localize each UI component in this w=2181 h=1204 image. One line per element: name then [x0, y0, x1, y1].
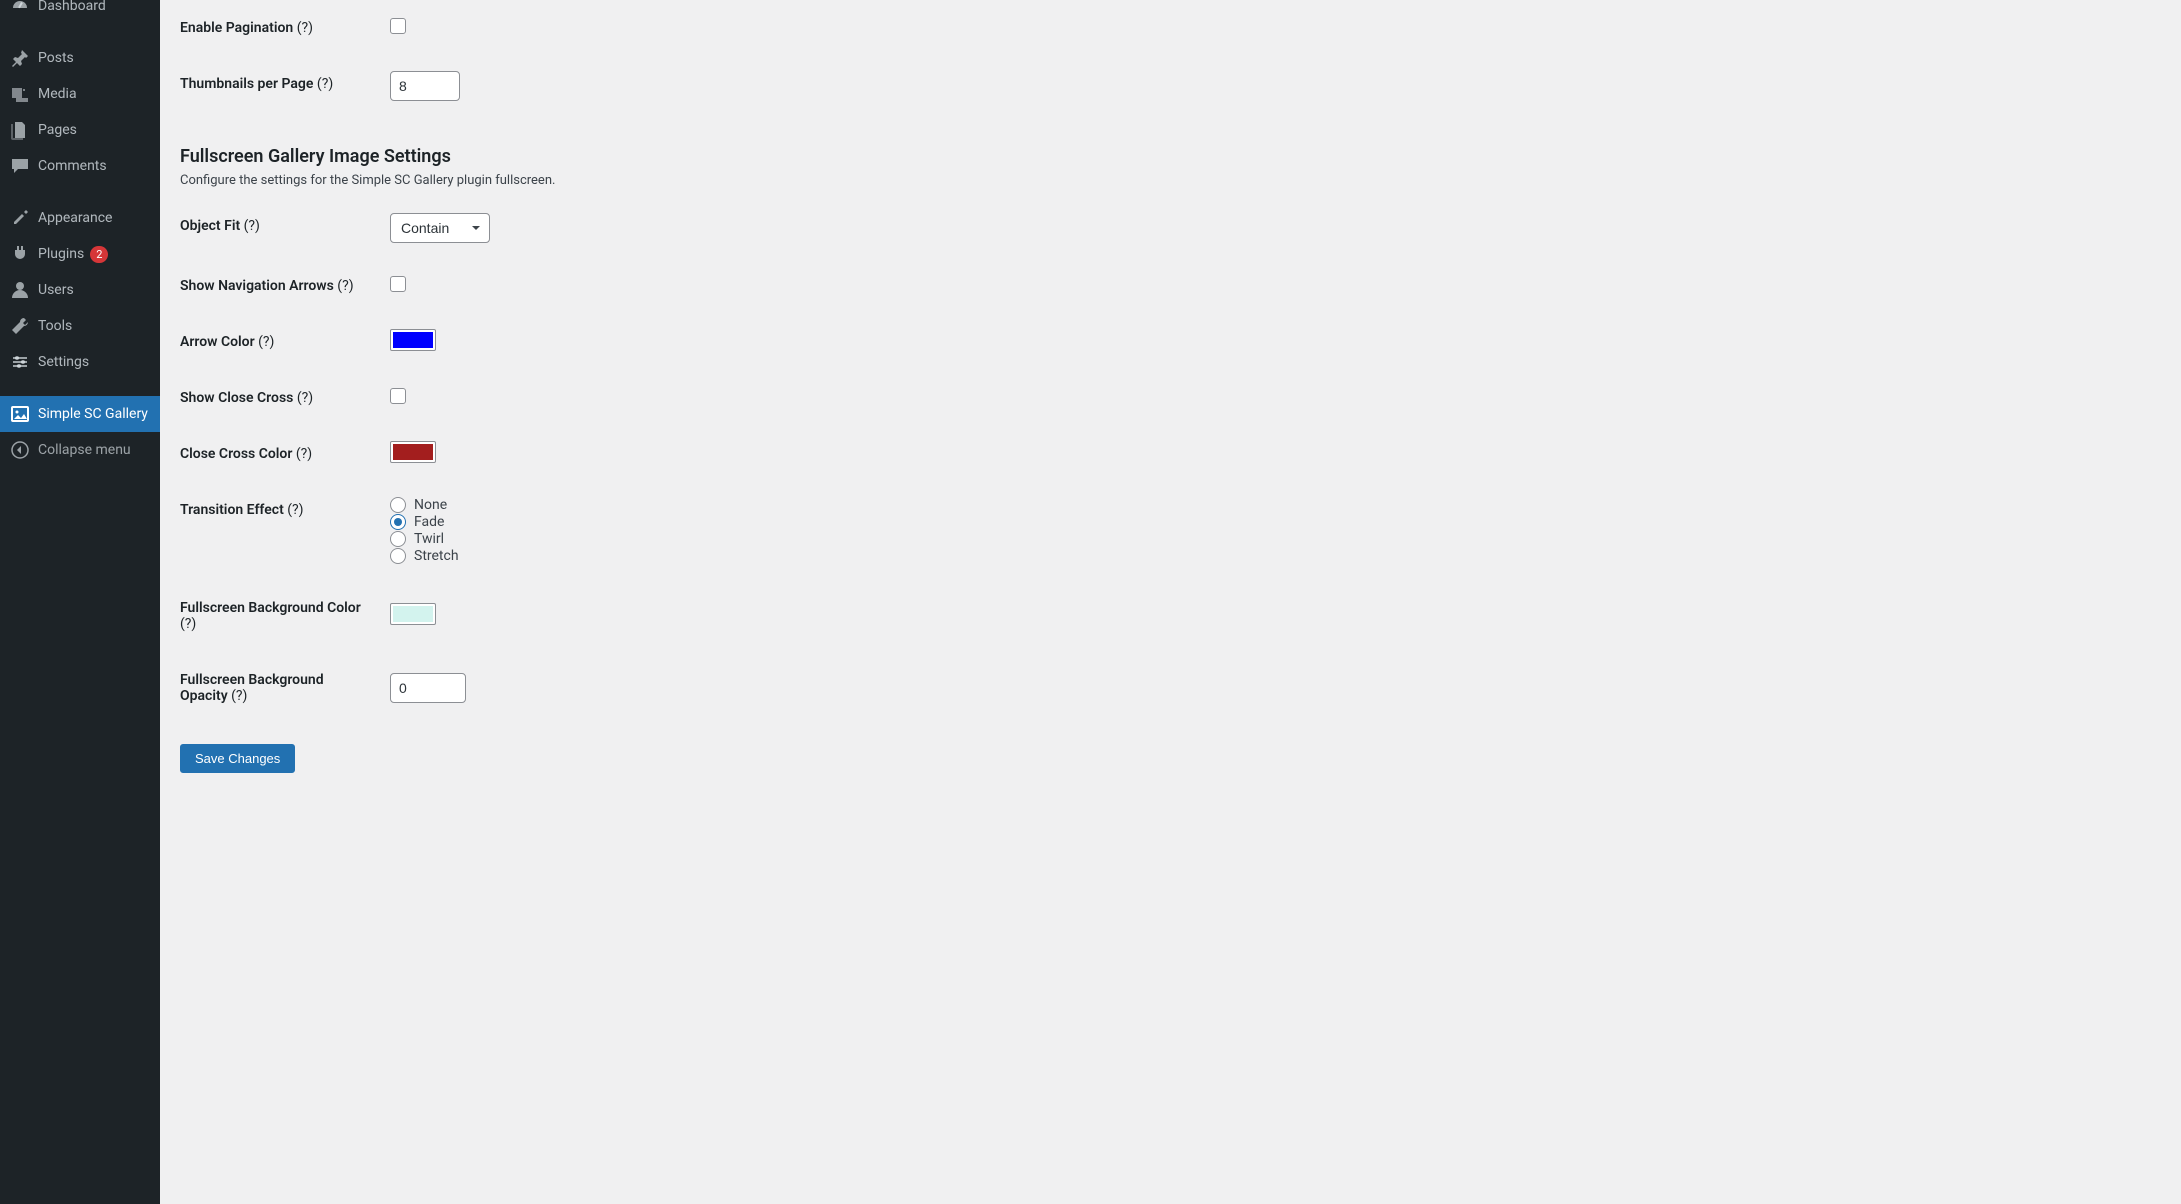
sidebar-collapse[interactable]: Collapse menu: [0, 432, 160, 468]
sidebar-item-plugins[interactable]: Plugins 2: [0, 236, 160, 272]
thumbs-per-page-input[interactable]: [390, 71, 460, 101]
label-show-arrows: Show Navigation Arrows (?): [180, 258, 380, 314]
label-enable-pagination: Enable Pagination (?): [180, 0, 380, 56]
sidebar-item-tools[interactable]: Tools: [0, 308, 160, 344]
show-close-checkbox[interactable]: [390, 388, 406, 404]
sidebar-item-label: Posts: [38, 50, 74, 66]
comments-icon: [10, 156, 30, 176]
label-bg-color: Fullscreen Background Color (?): [180, 580, 380, 652]
sidebar-item-label: Tools: [38, 318, 72, 334]
collapse-icon: [10, 440, 30, 460]
section-title-fullscreen: Fullscreen Gallery Image Settings: [180, 146, 2161, 167]
transition-option-twirl[interactable]: Twirl: [390, 531, 2151, 547]
label-transition: Transition Effect (?): [180, 482, 380, 580]
label-thumbs-per-page: Thumbnails per Page (?): [180, 56, 380, 116]
sidebar-item-media[interactable]: Media: [0, 76, 160, 112]
gallery-icon: [10, 404, 30, 424]
bg-opacity-input[interactable]: [390, 673, 466, 703]
users-icon: [10, 280, 30, 300]
dashboard-icon: [10, 0, 30, 16]
sidebar-item-posts[interactable]: Posts: [0, 40, 160, 76]
save-button[interactable]: Save Changes: [180, 744, 295, 773]
transition-option-none[interactable]: None: [390, 497, 2151, 513]
transition-radio-group: None Fade Twirl Stretch: [390, 497, 2151, 564]
sidebar-item-label: Pages: [38, 122, 77, 138]
transition-radio-stretch[interactable]: [390, 548, 406, 564]
sidebar-item-label: Media: [38, 86, 77, 102]
label-arrow-color: Arrow Color (?): [180, 314, 380, 370]
sidebar-item-pages[interactable]: Pages: [0, 112, 160, 148]
sidebar-item-settings[interactable]: Settings: [0, 344, 160, 380]
admin-sidebar: Dashboard Posts Media Pages: [0, 0, 160, 1204]
sidebar-item-label: Dashboard: [38, 0, 106, 14]
plugins-update-badge: 2: [90, 246, 108, 263]
label-close-color: Close Cross Color (?): [180, 426, 380, 482]
media-icon: [10, 84, 30, 104]
sidebar-item-label: Users: [38, 282, 74, 298]
arrow-color-picker[interactable]: [390, 329, 436, 351]
sidebar-item-label: Simple SC Gallery: [38, 406, 148, 422]
sidebar-item-label: Collapse menu: [38, 442, 131, 458]
transition-option-fade[interactable]: Fade: [390, 514, 2151, 530]
transition-radio-fade[interactable]: [390, 514, 406, 530]
transition-radio-twirl[interactable]: [390, 531, 406, 547]
sidebar-item-simple-sc-gallery[interactable]: Simple SC Gallery: [0, 396, 160, 432]
sidebar-item-appearance[interactable]: Appearance: [0, 200, 160, 236]
sidebar-item-dashboard[interactable]: Dashboard: [0, 0, 160, 24]
sidebar-item-label: Plugins: [38, 246, 84, 262]
bg-color-picker[interactable]: [390, 603, 436, 625]
enable-pagination-checkbox[interactable]: [390, 18, 406, 34]
section-desc-fullscreen: Configure the settings for the Simple SC…: [180, 173, 2161, 188]
pages-icon: [10, 120, 30, 140]
sidebar-item-label: Comments: [38, 158, 107, 174]
show-arrows-checkbox[interactable]: [390, 276, 406, 292]
label-show-close: Show Close Cross (?): [180, 370, 380, 426]
appearance-icon: [10, 208, 30, 228]
label-object-fit: Object Fit (?): [180, 198, 380, 258]
tools-icon: [10, 316, 30, 336]
sidebar-item-users[interactable]: Users: [0, 272, 160, 308]
sidebar-item-label: Settings: [38, 354, 89, 370]
close-color-picker[interactable]: [390, 441, 436, 463]
settings-icon: [10, 352, 30, 372]
object-fit-select[interactable]: Contain: [390, 213, 490, 243]
label-bg-opacity: Fullscreen Background Opacity (?): [180, 652, 380, 724]
sidebar-item-label: Appearance: [38, 210, 112, 226]
transition-radio-none[interactable]: [390, 497, 406, 513]
plugins-icon: [10, 244, 30, 264]
sidebar-item-comments[interactable]: Comments: [0, 148, 160, 184]
settings-page: Enable Pagination (?) Thumbnails per Pag…: [160, 0, 2181, 1204]
pin-icon: [10, 48, 30, 68]
transition-option-stretch[interactable]: Stretch: [390, 548, 2151, 564]
